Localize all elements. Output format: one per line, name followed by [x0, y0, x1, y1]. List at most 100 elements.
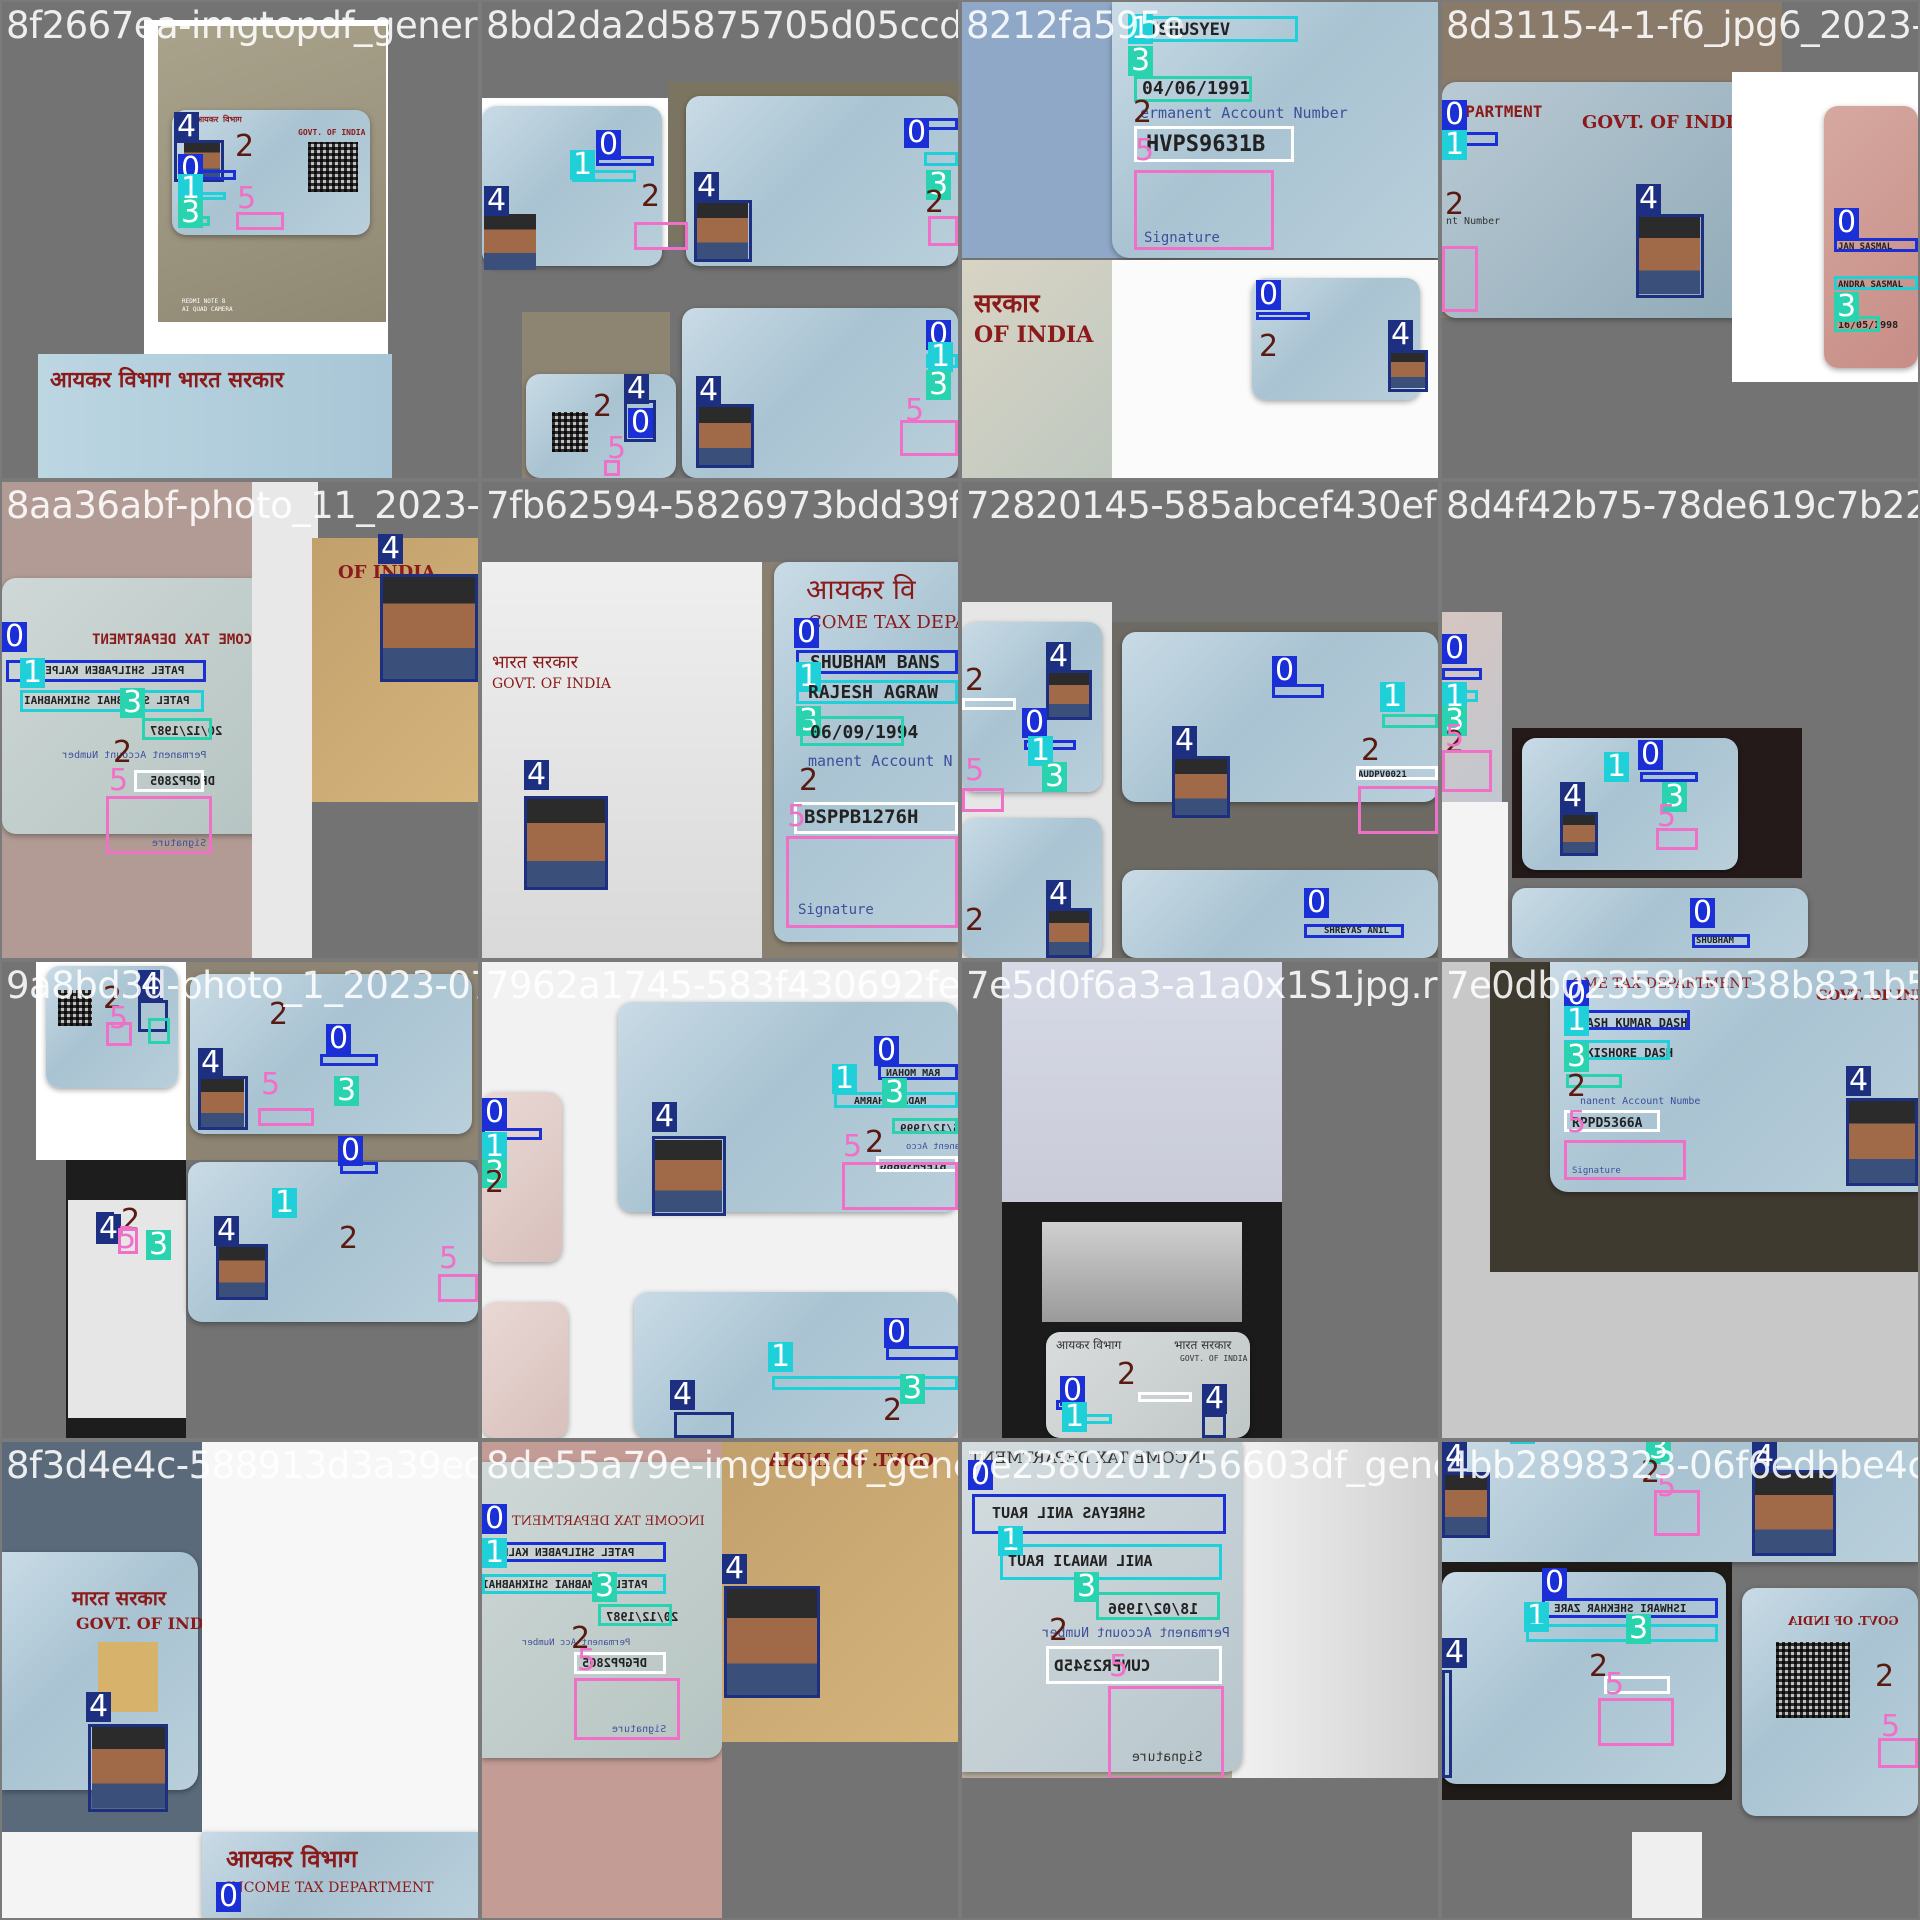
box-3	[1096, 1592, 1220, 1620]
label-0: 0	[1834, 208, 1860, 238]
tile-13: मारत सरकार GOVT. OF INDIA 4 आयकर विभाग I…	[2, 1442, 478, 1918]
box-3	[800, 716, 904, 746]
label-1: 1	[832, 1064, 858, 1094]
label-5: 5	[607, 431, 627, 466]
box-5	[438, 1274, 478, 1302]
hindi-text: आयकर वि	[806, 573, 916, 606]
label-5: 5	[1135, 133, 1155, 168]
box-5	[928, 216, 958, 246]
label-5: 5	[117, 1221, 137, 1256]
label-5: 5	[965, 753, 985, 788]
box-4	[198, 1076, 248, 1130]
label-1: 1	[1062, 1402, 1088, 1432]
label-2: 2	[865, 1125, 885, 1160]
bottom-dept: INCOME TAX DEPARTMENT	[226, 1880, 434, 1896]
label-0: 0	[1690, 898, 1716, 928]
label-5: 5	[577, 1643, 597, 1678]
tile-caption: 8aa36abf-photo_11_2023-07	[6, 484, 478, 527]
label-4: 4	[1046, 642, 1072, 672]
label-3: 3	[146, 1230, 172, 1260]
label-5: 5	[109, 1001, 129, 1036]
gray-region	[252, 482, 318, 958]
tile-15: INCOME TAX DEPARTMENT SHREYAS ANIL RAUT …	[962, 1442, 1438, 1918]
label-2: 2	[593, 389, 613, 424]
father-text: RAJESH AGRAW	[808, 682, 939, 703]
tile-6: आयकर वि COME TAX DEPA 0 SHUBHAM BANS 1 R…	[482, 482, 958, 958]
tile-caption: 7e2380201756603df_generat	[966, 1444, 1438, 1487]
tile-16: 4 4 1 3 2 5 ISHWARI SHEKHAR ZARE 0 1 3 2…	[1442, 1442, 1918, 1918]
label-2: 2	[925, 185, 945, 220]
label-0: 0	[1542, 1568, 1568, 1598]
label-2: 2	[965, 903, 985, 938]
pan-card	[482, 1302, 568, 1438]
box-3	[1382, 714, 1438, 728]
paper-bits	[1442, 802, 1508, 958]
box-2	[1046, 1646, 1222, 1684]
box-4	[1636, 214, 1704, 298]
label-2: 2	[641, 179, 661, 214]
gray-bottom	[722, 1742, 958, 1918]
box-5	[842, 1162, 958, 1210]
label-3: 3	[334, 1076, 360, 1106]
acct-text: manent Account N	[808, 752, 953, 770]
box-5	[1598, 1698, 1674, 1746]
acct-text: Permanent Acco	[906, 1142, 958, 1152]
label-0: 0	[628, 408, 654, 438]
label-0: 0	[2, 622, 28, 652]
label-0: 0	[1304, 888, 1330, 918]
label-0: 0	[326, 1024, 352, 1054]
govt-hindi: सरकार	[974, 289, 1040, 319]
tile-5: INCOME TAX DEPARTMENT PATEL SHILPABEN KA…	[2, 482, 478, 958]
tile-caption: 7fb62594-5826973bdd39f3a	[486, 484, 958, 527]
label-0: 0	[904, 118, 930, 148]
box-1	[482, 1574, 666, 1594]
box-4	[88, 1724, 168, 1812]
label-5: 5	[439, 1241, 459, 1276]
box-2	[134, 770, 204, 792]
signature-label: Signature	[1572, 1166, 1621, 1176]
label-3: 3	[1128, 46, 1154, 76]
acct-text: nanent Account Numbe	[1580, 1096, 1701, 1107]
tile-4: DEPARTMENT GOVT. OF INDIA 4 0 1 2 nt Num…	[1442, 2, 1918, 478]
signature-label: Signature	[1132, 1750, 1203, 1765]
label-1: 1	[570, 150, 596, 180]
card-photo	[484, 214, 536, 270]
box-0	[1256, 312, 1310, 320]
label-4: 4	[1636, 184, 1662, 214]
paper-scrap	[1632, 1832, 1702, 1918]
qr-code	[308, 142, 358, 192]
label-3: 3	[882, 1078, 908, 1108]
tile-3: OTSHUSYEV 1 3 04/06/1991 ermanent Accoun…	[962, 2, 1438, 478]
tile-caption: 8bd2da2d5875705d05ccd80c	[486, 4, 958, 47]
label-4: 4	[624, 374, 650, 404]
box-3	[148, 1018, 170, 1044]
bottom-hindi: आयकर विभाग	[226, 1844, 358, 1873]
signature-label: Signature	[798, 902, 874, 918]
box-1	[772, 1376, 958, 1390]
label-4: 4	[696, 376, 722, 406]
govt-english: GOVT. OF INDIA	[492, 676, 611, 692]
label-4: 4	[1172, 726, 1198, 756]
box-4	[1046, 670, 1092, 720]
label-4: 4	[1442, 1638, 1468, 1668]
box-4	[1202, 1414, 1226, 1438]
box-5	[1442, 750, 1492, 792]
label-4: 4	[652, 1102, 678, 1132]
box-3	[598, 1604, 672, 1626]
tile-caption: 7e0db02358b5038b831b54	[1446, 964, 1918, 1007]
label-3: 3	[926, 370, 952, 400]
box-4	[216, 1244, 268, 1300]
signature-label: Signature	[152, 838, 207, 849]
label-1: 1	[272, 1188, 298, 1218]
label-2: 2	[235, 129, 255, 164]
label-0: 0	[1638, 740, 1664, 770]
box-5	[258, 1108, 314, 1126]
box-4	[1046, 908, 1092, 958]
label-3: 3	[178, 198, 204, 228]
box-2	[962, 698, 1016, 710]
dept-text: COME TAX DEPA	[808, 612, 958, 633]
label-4: 4	[378, 534, 404, 564]
label-5: 5	[787, 799, 807, 834]
box-1	[1000, 1544, 1222, 1580]
label-1: 1	[768, 1342, 794, 1372]
